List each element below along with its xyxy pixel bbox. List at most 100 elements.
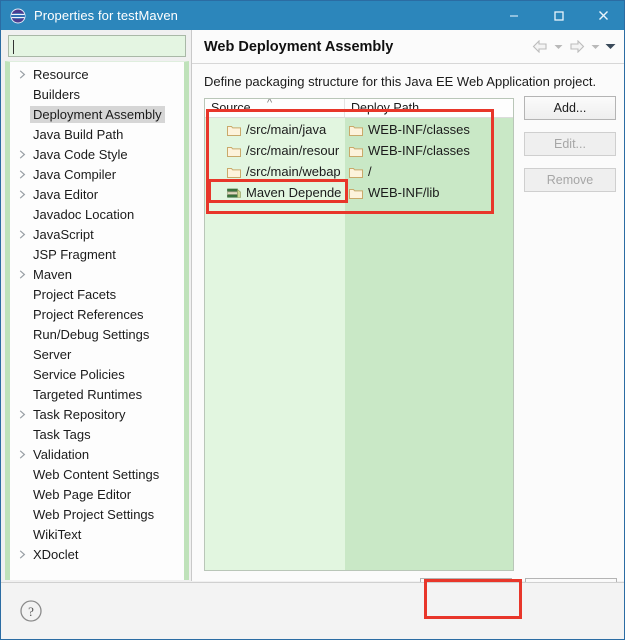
view-menu-chevron-down-icon[interactable] bbox=[603, 36, 618, 58]
sidebar-item-java-build-path[interactable]: Java Build Path bbox=[10, 124, 184, 144]
sidebar-item-label: Service Policies bbox=[33, 366, 125, 382]
sidebar-item-web-content-settings[interactable]: Web Content Settings bbox=[10, 464, 184, 484]
folder-icon bbox=[349, 124, 363, 136]
sidebar-item-java-editor[interactable]: Java Editor bbox=[10, 184, 184, 204]
forward-arrow-icon[interactable] bbox=[566, 36, 588, 58]
chevron-right-icon[interactable] bbox=[14, 229, 30, 239]
edit-button: Edit... bbox=[524, 132, 616, 156]
sidebar-item-label: Project References bbox=[33, 306, 144, 322]
sidebar-item-xdoclet[interactable]: XDoclet bbox=[10, 544, 184, 564]
chevron-right-icon[interactable] bbox=[14, 269, 30, 279]
sidebar-item-resource[interactable]: Resource bbox=[10, 64, 184, 84]
sidebar-item-project-facets[interactable]: Project Facets bbox=[10, 284, 184, 304]
sidebar-item-label: Deployment Assembly bbox=[30, 105, 165, 123]
sort-ascending-icon: ^ bbox=[267, 98, 273, 109]
chevron-right-icon[interactable] bbox=[14, 549, 30, 559]
sidebar-item-server[interactable]: Server bbox=[10, 344, 184, 364]
folder-icon bbox=[349, 166, 363, 178]
sidebar-item-label: Task Repository bbox=[33, 406, 126, 422]
sidebar-item-service-policies[interactable]: Service Policies bbox=[10, 364, 184, 384]
sidebar-item-project-references[interactable]: Project References bbox=[10, 304, 184, 324]
svg-text:?: ? bbox=[28, 604, 34, 619]
dialog-footer: ? OK Cancel bbox=[1, 582, 624, 639]
chevron-right-icon[interactable] bbox=[14, 189, 30, 199]
text-caret bbox=[13, 40, 14, 54]
add-button[interactable]: Add... bbox=[524, 96, 616, 120]
chevron-right-icon[interactable] bbox=[14, 409, 30, 419]
cell-source-label: Maven Depende bbox=[246, 185, 342, 200]
sidebar-item-web-page-editor[interactable]: Web Page Editor bbox=[10, 484, 184, 504]
chevron-right-icon[interactable] bbox=[14, 149, 30, 159]
sidebar-item-targeted-runtimes[interactable]: Targeted Runtimes bbox=[10, 384, 184, 404]
sidebar-item-label: Java Code Style bbox=[33, 146, 128, 162]
sidebar-item-label: Web Project Settings bbox=[33, 506, 155, 522]
cell-deploy-path-label: WEB-INF/classes bbox=[368, 122, 470, 137]
page-nav-icons bbox=[529, 36, 618, 58]
minimize-icon[interactable] bbox=[491, 1, 536, 30]
forward-menu-chevron-down-icon[interactable] bbox=[588, 36, 603, 58]
chevron-right-icon[interactable] bbox=[14, 449, 30, 459]
table-row[interactable]: /src/main/java WEB-INF/classes bbox=[205, 119, 513, 140]
settings-tree-panel: Resource Builders Deployment Assembly Java … bbox=[5, 33, 189, 580]
cell-source: /src/main/java bbox=[205, 119, 345, 140]
sidebar-item-java-compiler[interactable]: Java Compiler bbox=[10, 164, 184, 184]
cell-source: /src/main/resour bbox=[205, 140, 345, 161]
sidebar-item-web-project-settings[interactable]: Web Project Settings bbox=[10, 504, 184, 524]
title-bar: Properties for testMaven bbox=[1, 1, 624, 30]
remove-button: Remove bbox=[524, 168, 616, 192]
settings-tree[interactable]: Resource Builders Deployment Assembly Java … bbox=[5, 61, 189, 580]
sidebar-item-javascript[interactable]: JavaScript bbox=[10, 224, 184, 244]
sidebar-item-builders[interactable]: Builders bbox=[10, 84, 184, 104]
sidebar-item-label: Run/Debug Settings bbox=[33, 326, 150, 342]
cell-source-label: /src/main/webap bbox=[246, 164, 341, 179]
sidebar-item-label: Validation bbox=[33, 446, 90, 462]
chevron-right-icon[interactable] bbox=[14, 69, 30, 79]
table-row[interactable]: /src/main/webap / bbox=[205, 161, 513, 182]
sidebar-item-maven[interactable]: Maven bbox=[10, 264, 184, 284]
sidebar-item-label: Java Editor bbox=[33, 186, 99, 202]
table-header-row: Source ^ Deploy Path bbox=[205, 99, 513, 118]
properties-dialog: Properties for testMaven Resource Builder… bbox=[0, 0, 625, 640]
cell-deploy-path: / bbox=[345, 161, 513, 182]
sidebar-item-label: XDoclet bbox=[33, 546, 79, 562]
window-controls bbox=[491, 1, 624, 30]
sidebar-item-label: Resource bbox=[33, 66, 89, 82]
table-body: /src/main/java WEB-INF/classes/src/main/r… bbox=[205, 119, 513, 203]
dialog-body: Resource Builders Deployment Assembly Java … bbox=[1, 30, 624, 639]
sidebar-item-label: Java Compiler bbox=[33, 166, 117, 182]
sidebar-item-run-debug-settings[interactable]: Run/Debug Settings bbox=[10, 324, 184, 344]
column-header-deploy-path[interactable]: Deploy Path bbox=[345, 99, 513, 117]
sidebar-item-label: Builders bbox=[33, 86, 80, 102]
sidebar-item-task-tags[interactable]: Task Tags bbox=[10, 424, 184, 444]
sidebar-item-label: Server bbox=[33, 346, 72, 362]
library-icon bbox=[227, 187, 241, 199]
sidebar-item-javadoc-location[interactable]: Javadoc Location bbox=[10, 204, 184, 224]
filter-input[interactable] bbox=[8, 35, 186, 57]
deployment-assembly-table[interactable]: Source ^ Deploy Path /src/main/java WEB-I… bbox=[204, 98, 514, 571]
table-row[interactable]: Maven Depende WEB-INF/lib bbox=[205, 182, 513, 203]
maximize-icon[interactable] bbox=[536, 1, 581, 30]
close-icon[interactable] bbox=[581, 1, 624, 30]
chevron-right-icon[interactable] bbox=[14, 169, 30, 179]
sidebar-item-task-repository[interactable]: Task Repository bbox=[10, 404, 184, 424]
folder-icon bbox=[349, 187, 363, 199]
table-row[interactable]: /src/main/resour WEB-INF/classes bbox=[205, 140, 513, 161]
sidebar-item-label: Maven bbox=[33, 266, 73, 282]
page-description: Define packaging structure for this Java… bbox=[204, 74, 597, 89]
sidebar-item-label: JavaScript bbox=[33, 226, 94, 242]
sidebar-item-wikitext[interactable]: WikiText bbox=[10, 524, 184, 544]
sidebar-item-label: Javadoc Location bbox=[33, 206, 135, 222]
cell-deploy-path: WEB-INF/classes bbox=[345, 140, 513, 161]
window-title: Properties for testMaven bbox=[34, 8, 179, 23]
back-menu-chevron-down-icon[interactable] bbox=[551, 36, 566, 58]
column-header-source[interactable]: Source ^ bbox=[205, 99, 345, 117]
sidebar-item-deployment-assembly[interactable]: Deployment Assembly bbox=[10, 104, 184, 124]
sidebar-item-java-code-style[interactable]: Java Code Style bbox=[10, 144, 184, 164]
sidebar-item-label: Targeted Runtimes bbox=[33, 386, 143, 402]
sidebar-item-validation[interactable]: Validation bbox=[10, 444, 184, 464]
table-action-buttons: Add... Edit... Remove bbox=[524, 96, 616, 204]
sidebar-item-label: Project Facets bbox=[33, 286, 117, 302]
sidebar-item-jsp-fragment[interactable]: JSP Fragment bbox=[10, 244, 184, 264]
back-arrow-icon[interactable] bbox=[529, 36, 551, 58]
help-question-icon[interactable]: ? bbox=[19, 599, 43, 623]
